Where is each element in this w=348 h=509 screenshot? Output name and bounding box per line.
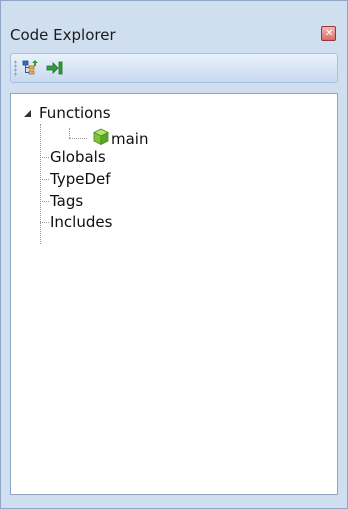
toolbar-grip-handle[interactable]	[14, 60, 17, 77]
tree-node-label: Tags	[50, 192, 84, 210]
tree-view-icon	[22, 60, 38, 75]
tree-node-label: Functions	[39, 104, 111, 122]
tree-connector-line	[40, 222, 49, 223]
close-icon: ✕	[325, 28, 334, 39]
tree-node-tags[interactable]: Tags	[50, 192, 83, 210]
tree-node-functions[interactable]: Functions	[39, 104, 111, 122]
tree-node-typedef[interactable]: TypeDef	[50, 170, 111, 188]
panel-titlebar: Code Explorer ✕	[1, 1, 347, 44]
jump-to-icon	[46, 61, 63, 75]
tree-connector-line	[69, 128, 70, 138]
code-tree[interactable]: Functions main Globals TypeDef Tags Incl…	[10, 93, 338, 495]
tree-node-label: Globals	[50, 148, 106, 166]
tree-view-button[interactable]	[21, 58, 41, 78]
tree-connector-line	[40, 179, 49, 180]
tree-node-label: main	[111, 130, 149, 148]
tree-connector-line	[69, 138, 87, 139]
code-explorer-panel: Code Explorer ✕ Functions main Globals T…	[0, 0, 348, 509]
tree-node-label: TypeDef	[50, 170, 111, 188]
close-button[interactable]: ✕	[321, 26, 336, 41]
tree-node-label: Includes	[50, 213, 113, 231]
tree-node-main[interactable]: main	[111, 130, 148, 148]
tree-node-includes[interactable]: Includes	[50, 213, 112, 231]
panel-title: Code Explorer	[10, 26, 116, 44]
toolbar	[10, 53, 338, 83]
tree-connector-line	[40, 157, 49, 158]
tree-connector-line	[40, 124, 41, 244]
cube-icon	[93, 128, 109, 146]
tree-connector-line	[40, 201, 49, 202]
jump-to-button[interactable]	[45, 58, 65, 78]
tree-node-globals[interactable]: Globals	[50, 148, 106, 166]
expand-collapse-icon[interactable]	[23, 109, 33, 119]
